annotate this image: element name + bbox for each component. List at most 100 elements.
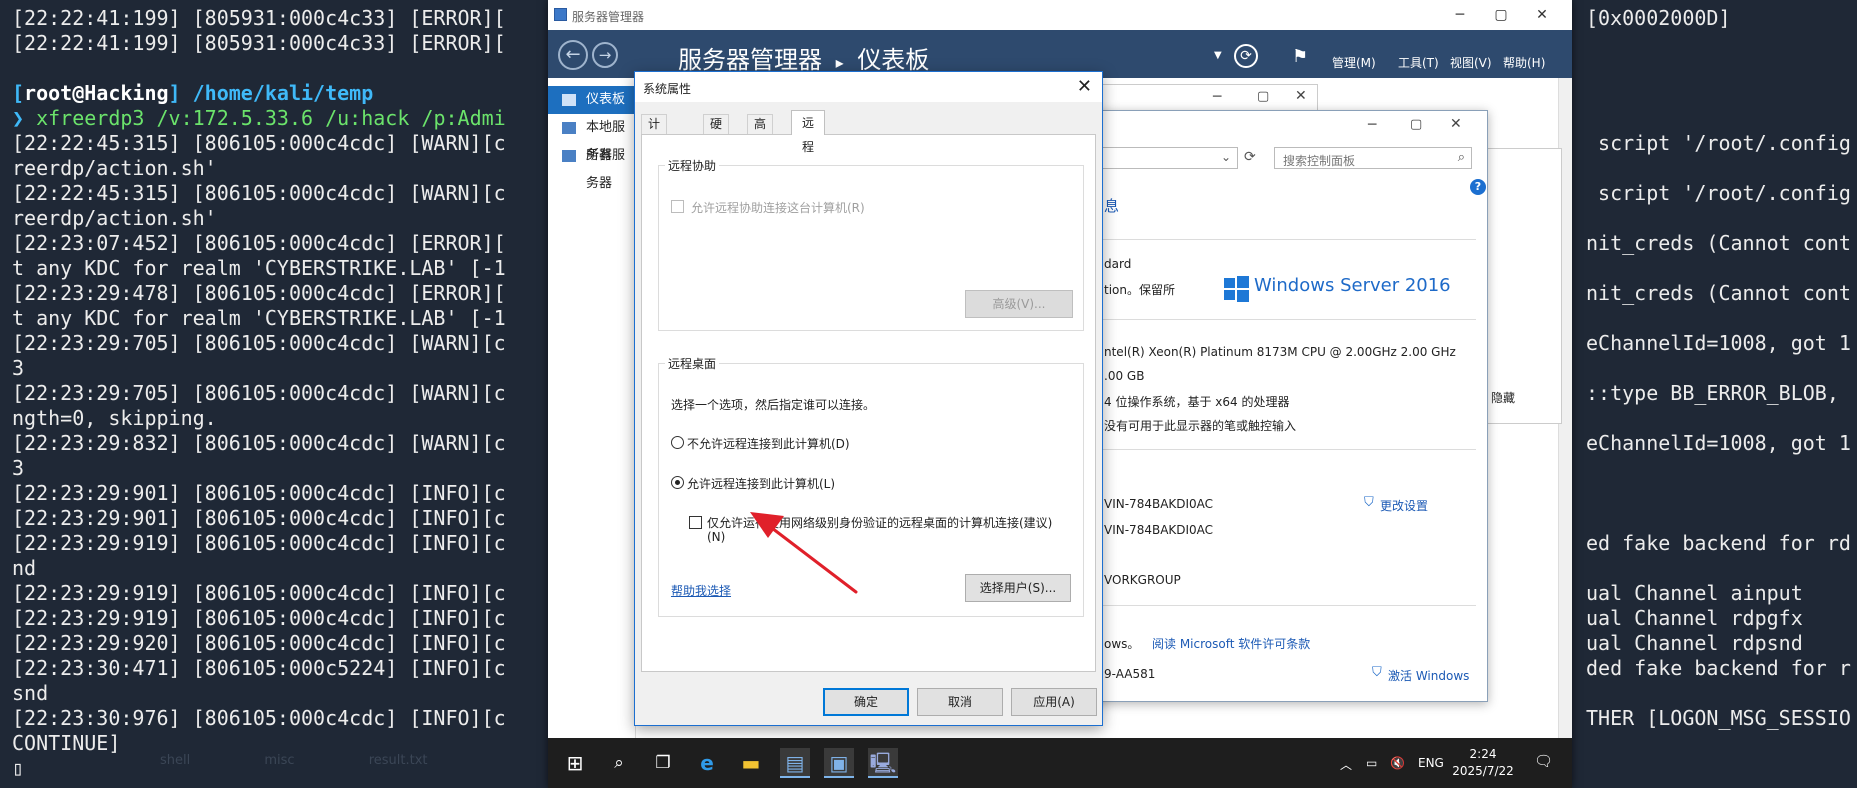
system-properties-taskbar-icon[interactable]: 🖳 — [868, 748, 898, 778]
bg-tab: shell — [160, 753, 191, 768]
start-button-icon[interactable]: ⊞ — [560, 748, 590, 778]
copyright-text: tion。保留所 — [1104, 283, 1175, 297]
menu-view[interactable]: 视图(V) — [1450, 54, 1492, 71]
nla-only-checkbox[interactable] — [689, 516, 702, 529]
help-icon[interactable]: ? — [1470, 179, 1486, 195]
close-icon[interactable]: ✕ — [1295, 88, 1307, 104]
terminal-bg-tabs: shell misc result.txt — [160, 748, 498, 773]
divider — [1102, 605, 1476, 606]
nav-item-dashboard[interactable]: 仪表板 — [548, 86, 635, 114]
network-icon[interactable]: ▭ — [1366, 756, 1377, 770]
breadcrumb-root[interactable]: 服务器管理器 — [678, 46, 822, 74]
terminal-line: snd — [12, 681, 49, 705]
system-properties-dialog[interactable]: 系统属性 ✕ 计算机名 硬件 高级 远程 远程协助 允许远程协助连接这台计算机(… — [634, 71, 1103, 726]
product-name: Windows Server 2016 — [1254, 275, 1451, 296]
terminal-line: ngth=0, skipping. — [12, 406, 217, 430]
apply-button[interactable]: 应用(A) — [1011, 688, 1097, 716]
search-control-panel[interactable]: 搜索控制面板 ⌕ — [1274, 147, 1472, 169]
activate-windows-link[interactable]: 激活 Windows — [1388, 667, 1469, 684]
terminal-line: script '/root/.config — [1586, 131, 1851, 155]
notification-flag-icon[interactable]: ⚑ — [1292, 46, 1308, 67]
terminal-output-left: [22:22:41:199] [805931:000c4c33] [ERROR]… — [12, 6, 552, 781]
terminal-line: [22:23:29:705] [806105:000c4cdc] [WARN][… — [12, 381, 506, 405]
nav-item-local-server[interactable]: 本地服务器 — [548, 114, 635, 163]
terminal-line: script '/root/.config — [1586, 181, 1851, 205]
server-manager-taskbar-icon[interactable]: ▤ — [780, 748, 810, 778]
change-settings-link[interactable]: 更改设置 — [1380, 497, 1428, 514]
rdp-titlebar[interactable]: 服务器管理器 ─ ▢ ✕ — [548, 0, 1572, 30]
minimize-icon[interactable]: ─ — [1450, 6, 1470, 24]
volume-muted-icon[interactable]: 🔇 — [1390, 756, 1405, 770]
terminal-line: [22:23:29:901] [806105:000c4cdc] [INFO][… — [12, 506, 506, 530]
terminal-line: ::type BB_ERROR_BLOB, — [1586, 381, 1851, 405]
cancel-button[interactable]: 取消 — [917, 688, 1003, 716]
terminal-line: [22:23:30:976] [806105:000c4cdc] [INFO][… — [12, 706, 506, 730]
file-explorer-icon[interactable]: ▬ — [736, 748, 766, 778]
ok-button[interactable]: 确定 — [823, 688, 909, 716]
dashboard-icon — [562, 94, 576, 106]
maximize-icon[interactable]: ▢ — [1257, 89, 1269, 104]
refresh-icon[interactable]: ⟳ — [1234, 44, 1258, 68]
terminal-line: [22:22:45:315] [806105:000c4cdc] [WARN][… — [12, 181, 506, 205]
system-type-value: 4 位操作系统，基于 x64 的处理器 — [1104, 395, 1290, 409]
terminal-line: 3 — [12, 456, 25, 480]
notifications-icon[interactable]: 🗨 — [1534, 752, 1553, 770]
select-users-button[interactable]: 选择用户(S)... — [965, 574, 1071, 602]
control-panel-taskbar-icon[interactable]: ▣ — [824, 748, 854, 778]
tab-hardware[interactable]: 硬件 — [703, 114, 730, 150]
bg-tab: result.txt — [368, 753, 428, 768]
refresh-icon[interactable]: ⟳ — [1244, 149, 1256, 165]
license-terms-link[interactable]: 阅读 Microsoft 软件许可条款 — [1152, 635, 1310, 652]
terminal-line: ual Channel rdpgfx — [1586, 606, 1803, 630]
tab-remote[interactable]: 远程 — [791, 110, 826, 154]
language-indicator[interactable]: ENG — [1418, 756, 1444, 770]
task-view-icon[interactable]: ❐ — [648, 748, 678, 778]
terminal-line: eChannelId=1008, got 1 — [1586, 431, 1851, 455]
allow-remote-assistance-checkbox[interactable] — [671, 200, 684, 213]
ram-value: .00 GB — [1104, 369, 1145, 383]
search-icon[interactable]: ⌕ — [604, 748, 634, 778]
close-icon[interactable]: ✕ — [1450, 116, 1462, 132]
terminal-line: [22:23:29:832] [806105:000c4cdc] [WARN][… — [12, 431, 506, 455]
maximize-icon[interactable]: ▢ — [1491, 6, 1511, 24]
advanced-button[interactable]: 高级(V)... — [965, 290, 1073, 318]
taskbar-clock[interactable]: 2:24 2025/7/22 — [1448, 746, 1518, 780]
chevron-up-icon[interactable]: ︿ — [1340, 756, 1352, 773]
maximize-icon[interactable]: ▢ — [1410, 117, 1422, 132]
minimize-icon[interactable]: ─ — [1368, 117, 1376, 133]
terminal-line: [22:23:07:452] [806105:000c4cdc] [ERROR]… — [12, 231, 506, 255]
terminal-line: [22:23:29:919] [806105:000c4cdc] [INFO][… — [12, 531, 506, 555]
nav-item-label: 仪表板 — [586, 92, 626, 107]
search-placeholder: 搜索控制面板 — [1283, 154, 1356, 168]
tab-computer-name[interactable]: 计算机名 — [641, 114, 668, 188]
close-icon[interactable]: ✕ — [1077, 76, 1092, 97]
system-control-panel-window[interactable]: ─ ▢ ✕ ⌄ ⟳ 搜索控制面板 ⌕ ? 息 dard tion。保留所 Win… — [1090, 110, 1488, 702]
menu-help[interactable]: 帮助(H) — [1503, 54, 1545, 71]
forward-arrow-icon[interactable]: → — [592, 42, 618, 68]
hide-label[interactable]: 隐藏 — [1491, 389, 1515, 406]
shield-icon: ⛉ — [1372, 665, 1382, 680]
chevron-down-icon[interactable]: ⌄ — [1221, 150, 1231, 164]
dialog-titlebar[interactable]: 系统属性 ✕ — [635, 72, 1102, 102]
dropdown-icon[interactable]: ▼ — [1214, 50, 1222, 61]
nav-item-all-servers[interactable]: 所有服务器 — [548, 142, 635, 191]
remote-assistance-group: 远程协助 允许远程协助连接这台计算机(R) 高级(V)... — [658, 157, 1084, 331]
allow-remote-label[interactable]: 允许远程连接到此计算机(L) — [687, 475, 835, 492]
deny-remote-label[interactable]: 不允许远程连接到此计算机(D) — [687, 435, 850, 452]
back-arrow-icon[interactable]: ← — [558, 40, 588, 70]
tab-advanced[interactable]: 高级 — [747, 114, 774, 150]
address-bar[interactable]: ⌄ — [1102, 147, 1238, 169]
terminal-line: t any KDC for realm 'CYBERSTRIKE.LAB' [-… — [12, 256, 506, 280]
remote-desktop-group: 远程桌面 选择一个选项，然后指定谁可以连接。 不允许远程连接到此计算机(D) 允… — [658, 355, 1084, 617]
deny-remote-radio[interactable] — [671, 436, 684, 449]
internet-explorer-icon[interactable]: e — [692, 748, 722, 778]
minimize-icon[interactable]: ─ — [1213, 89, 1221, 105]
terminal-line: t any KDC for realm 'CYBERSTRIKE.LAB' [-… — [12, 306, 506, 330]
menu-tools[interactable]: 工具(T) — [1398, 54, 1439, 71]
close-icon[interactable]: ✕ — [1532, 6, 1552, 24]
help-me-choose-link[interactable]: 帮助我选择 — [671, 582, 731, 599]
menu-manage[interactable]: 管理(M) — [1332, 54, 1376, 71]
allow-remote-radio[interactable] — [671, 476, 684, 489]
